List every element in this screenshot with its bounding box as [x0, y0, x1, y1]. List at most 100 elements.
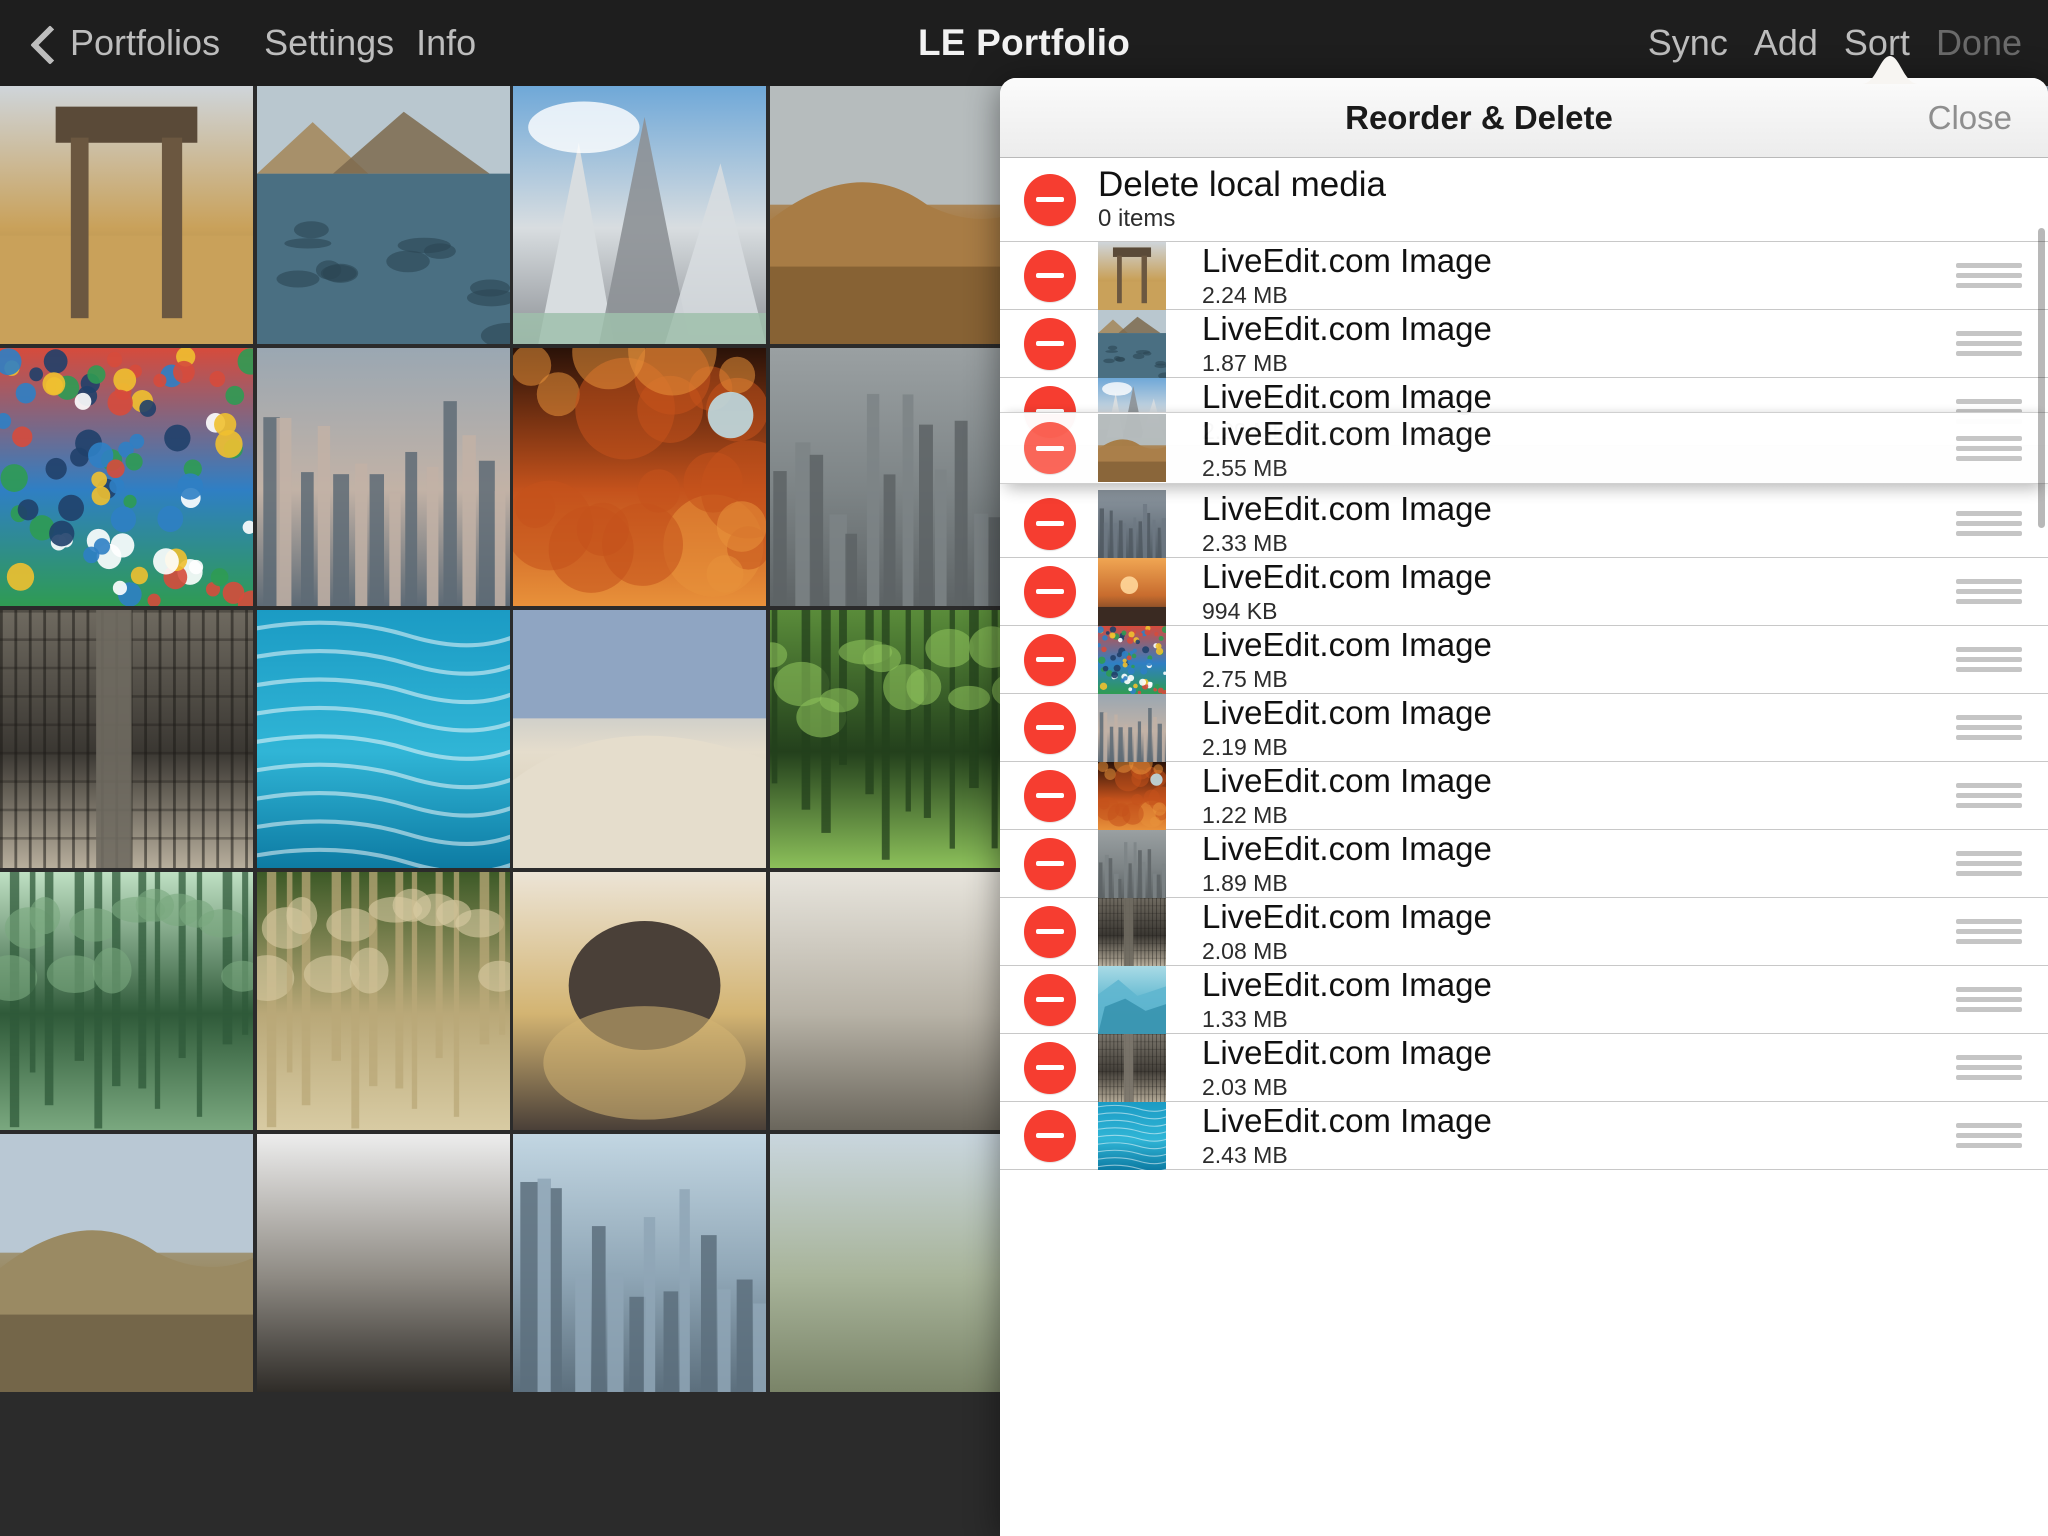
media-list-row[interactable]: LiveEdit.com Image 1.22 MB: [1000, 761, 2048, 830]
media-list-row[interactable]: LiveEdit.com Image 1.89 MB: [1000, 829, 2048, 898]
drag-handle-icon[interactable]: [1956, 1118, 2022, 1153]
delete-row-subtitle: 0 items: [1098, 205, 1176, 232]
drag-handle-icon[interactable]: [1956, 326, 2022, 361]
row-thumbnail: [1098, 625, 1166, 694]
media-list-row[interactable]: LiveEdit.com Image 2.43 MB: [1000, 1101, 2048, 1170]
delete-local-media-row[interactable]: Delete local media 0 items: [1000, 158, 2048, 242]
photo-thumbnail: [513, 86, 766, 344]
delete-minus-icon[interactable]: [1024, 973, 1076, 1026]
row-title: LiveEdit.com Image: [1202, 310, 1492, 347]
row-title: LiveEdit.com Image: [1202, 414, 1492, 452]
row-title: LiveEdit.com Image: [1202, 1034, 1492, 1071]
grid-photo-cell[interactable]: [513, 872, 766, 1130]
media-list-row[interactable]: LiveEdit.com Image 1.87 MB: [1000, 309, 2048, 378]
grid-photo-cell[interactable]: [257, 610, 510, 868]
delete-minus-icon[interactable]: [1024, 633, 1076, 686]
grid-photo-cell[interactable]: [0, 348, 253, 606]
photo-thumbnail: [1098, 829, 1166, 898]
media-list[interactable]: Delete local media 0 items LiveEdit.com …: [1000, 158, 2048, 1536]
grid-photo-cell[interactable]: [257, 1134, 510, 1392]
delete-minus-icon[interactable]: [1024, 1041, 1076, 1094]
delete-minus-icon[interactable]: [1024, 905, 1076, 958]
row-filesize: 2.43 MB: [1202, 1142, 1288, 1168]
drag-handle-icon[interactable]: [1956, 1050, 2022, 1085]
delete-minus-icon[interactable]: [1024, 565, 1076, 618]
done-button[interactable]: Done: [1936, 22, 2022, 64]
settings-button[interactable]: Settings: [264, 22, 394, 64]
row-thumbnail: [1098, 829, 1166, 898]
drag-handle-icon[interactable]: [1956, 846, 2022, 881]
drag-handle-icon[interactable]: [1956, 642, 2022, 677]
grid-photo-cell[interactable]: [257, 872, 510, 1130]
row-text: LiveEdit.com Image 2.03 MB: [1166, 1034, 1956, 1101]
drag-handle-icon[interactable]: [1956, 506, 2022, 541]
media-list-row[interactable]: LiveEdit.com Image 1.33 MB: [1000, 965, 2048, 1034]
photo-thumbnail: [257, 872, 510, 1130]
back-portfolios-button[interactable]: Portfolios: [30, 22, 220, 64]
delete-minus-icon[interactable]: [1024, 837, 1076, 890]
row-text: LiveEdit.com Image 2.08 MB: [1166, 898, 1956, 965]
media-list-row[interactable]: LiveEdit.com Image 2.75 MB: [1000, 625, 2048, 694]
delete-minus-icon[interactable]: [1024, 317, 1076, 370]
photo-thumbnail: [257, 86, 510, 344]
row-filesize: 1.87 MB: [1202, 350, 1288, 376]
grid-photo-cell[interactable]: [257, 348, 510, 606]
media-list-row[interactable]: LiveEdit.com Image 2.08 MB: [1000, 897, 2048, 966]
add-button[interactable]: Add: [1754, 22, 1818, 64]
media-list-row[interactable]: LiveEdit.com Image 994 KB: [1000, 557, 2048, 626]
close-button[interactable]: Close: [1928, 78, 2012, 158]
list-scrollbar[interactable]: [2038, 228, 2045, 528]
media-list-row[interactable]: LiveEdit.com Image 2.24 MB: [1000, 241, 2048, 310]
chevron-left-icon: [30, 23, 56, 63]
grid-photo-cell[interactable]: [0, 1134, 253, 1392]
photo-thumbnail: [0, 610, 253, 868]
delete-minus-icon[interactable]: [1024, 701, 1076, 754]
photo-thumbnail: [257, 610, 510, 868]
grid-photo-cell[interactable]: [770, 86, 1023, 344]
delete-minus-icon[interactable]: [1024, 422, 1076, 474]
drag-handle-icon[interactable]: [1956, 778, 2022, 813]
row-title: LiveEdit.com Image: [1202, 966, 1492, 1003]
grid-photo-cell[interactable]: [770, 872, 1023, 1130]
drag-handle-icon[interactable]: [1956, 982, 2022, 1017]
row-filesize: 2.19 MB: [1202, 734, 1288, 760]
delete-minus-icon[interactable]: [1024, 173, 1076, 226]
grid-photo-cell[interactable]: [770, 348, 1023, 606]
drag-handle-icon[interactable]: [1956, 710, 2022, 745]
top-toolbar: LE Portfolio Portfolios Settings Info Sy…: [0, 0, 2048, 86]
row-text: LiveEdit.com Image 2.75 MB: [1166, 626, 1956, 693]
media-list-row[interactable]: LiveEdit.com Image 2.03 MB: [1000, 1033, 2048, 1102]
grid-photo-cell[interactable]: [513, 348, 766, 606]
grid-photo-cell[interactable]: [513, 86, 766, 344]
drag-handle-icon[interactable]: [1956, 914, 2022, 949]
drag-handle-icon[interactable]: [1956, 431, 2022, 466]
row-title: LiveEdit.com Image: [1202, 762, 1492, 799]
grid-photo-cell[interactable]: [513, 1134, 766, 1392]
row-thumbnail: [1098, 897, 1166, 966]
row-title: LiveEdit.com Image: [1202, 626, 1492, 663]
delete-minus-icon[interactable]: [1024, 769, 1076, 822]
media-list-row[interactable]: LiveEdit.com Image 2.19 MB: [1000, 693, 2048, 762]
grid-photo-cell[interactable]: [513, 610, 766, 868]
info-button[interactable]: Info: [416, 22, 476, 64]
grid-photo-cell[interactable]: [0, 872, 253, 1130]
delete-minus-icon[interactable]: [1024, 249, 1076, 302]
grid-photo-cell[interactable]: [770, 610, 1023, 868]
delete-minus-icon[interactable]: [1024, 1109, 1076, 1162]
toolbar-left-group: Portfolios Settings Info: [30, 0, 476, 86]
row-filesize: 2.55 MB: [1202, 454, 1288, 481]
sync-button[interactable]: Sync: [1648, 22, 1728, 64]
grid-photo-cell[interactable]: [770, 1134, 1023, 1392]
drag-handle-icon[interactable]: [1956, 574, 2022, 609]
row-filesize: 1.22 MB: [1202, 802, 1288, 828]
row-title: LiveEdit.com Image: [1202, 378, 1492, 415]
delete-minus-icon[interactable]: [1024, 497, 1076, 550]
grid-photo-cell[interactable]: [0, 86, 253, 344]
row-text: LiveEdit.com Image 1.33 MB: [1166, 966, 1956, 1033]
grid-photo-cell[interactable]: [257, 86, 510, 344]
dragging-media-row[interactable]: LiveEdit.com Image 2.55 MB: [1000, 412, 2048, 484]
grid-photo-cell[interactable]: [0, 610, 253, 868]
drag-handle-icon[interactable]: [1956, 258, 2022, 293]
popover-title: Reorder & Delete: [1345, 99, 1613, 136]
media-list-row[interactable]: LiveEdit.com Image 2.33 MB: [1000, 489, 2048, 558]
